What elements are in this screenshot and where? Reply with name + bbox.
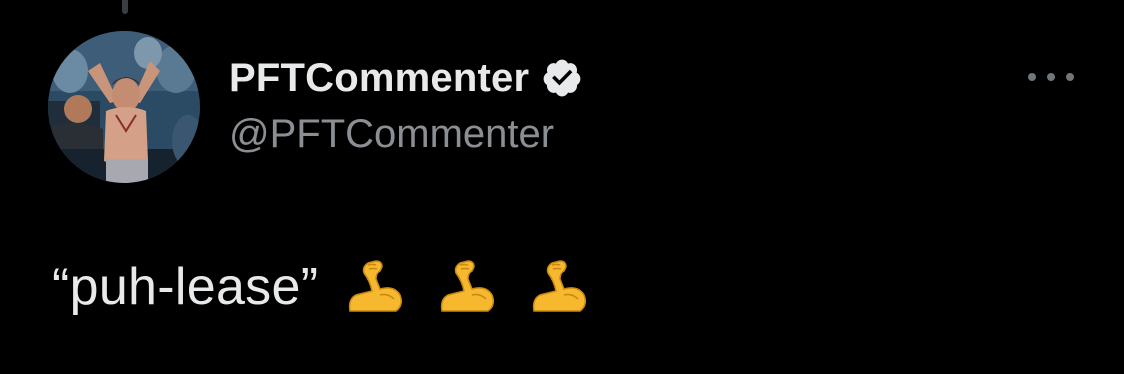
thread-connector-line xyxy=(122,0,128,14)
more-dot-icon xyxy=(1028,73,1036,81)
tweet-body: “puh-lease” xyxy=(52,255,590,319)
emoji-group xyxy=(342,255,590,319)
verified-badge-icon xyxy=(541,57,583,99)
avatar[interactable] xyxy=(48,31,200,183)
author-handle[interactable]: @PFTCommenter xyxy=(229,110,554,158)
flexed-biceps-icon xyxy=(434,255,498,319)
more-dot-icon xyxy=(1047,73,1055,81)
more-options-button[interactable] xyxy=(1028,64,1074,90)
tweet-text: “puh-lease” xyxy=(52,258,319,316)
author-name-row[interactable]: PFTCommenter xyxy=(229,54,583,102)
display-name[interactable]: PFTCommenter xyxy=(229,54,529,102)
avatar-photo xyxy=(48,31,200,183)
more-dot-icon xyxy=(1066,73,1074,81)
flexed-biceps-icon xyxy=(342,255,406,319)
flexed-biceps-icon xyxy=(526,255,590,319)
